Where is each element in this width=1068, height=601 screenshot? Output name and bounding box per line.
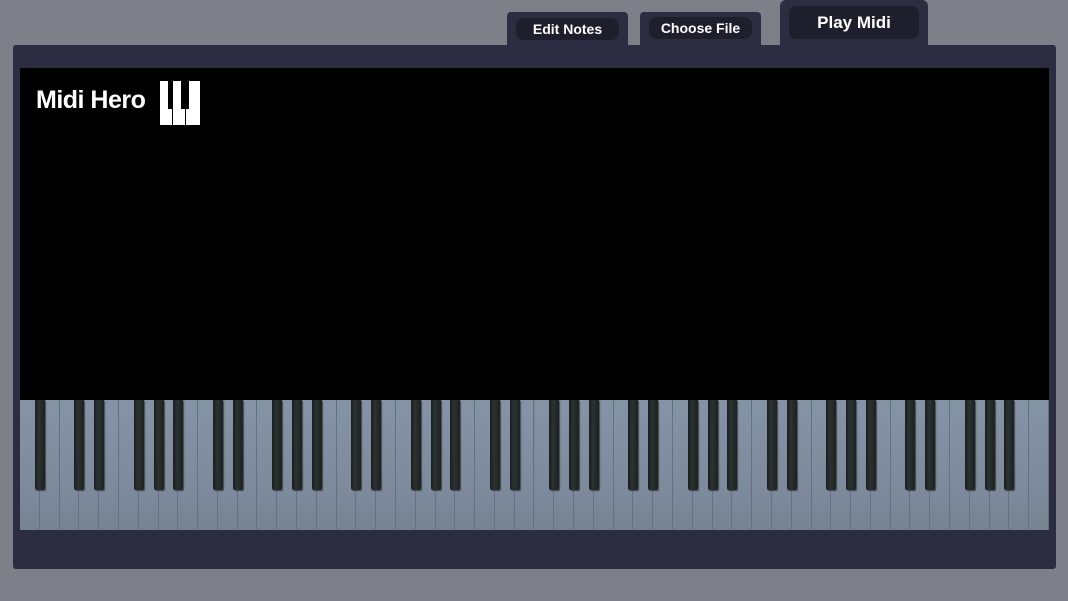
piano-black-key[interactable] [786, 400, 797, 490]
piano-black-key[interactable] [549, 400, 560, 490]
piano-black-key[interactable] [707, 400, 718, 490]
tab-choose-file[interactable]: Choose File [640, 12, 761, 47]
choose-file-button[interactable]: Choose File [649, 17, 752, 39]
piano-black-key[interactable] [94, 400, 105, 490]
piano-black-key[interactable] [509, 400, 520, 490]
piano-black-key[interactable] [687, 400, 698, 490]
piano-black-key[interactable] [766, 400, 777, 490]
piano-black-key[interactable] [450, 400, 461, 490]
piano-black-key[interactable] [311, 400, 322, 490]
main-panel: Midi Hero [13, 45, 1056, 569]
piano-black-key[interactable] [272, 400, 283, 490]
piano-black-key[interactable] [153, 400, 164, 490]
piano-black-key[interactable] [133, 400, 144, 490]
piano-black-key[interactable] [588, 400, 599, 490]
piano-black-key[interactable] [569, 400, 580, 490]
piano-black-key[interactable] [628, 400, 639, 490]
piano-black-key[interactable] [865, 400, 876, 490]
piano-black-key[interactable] [846, 400, 857, 490]
tab-play-midi[interactable]: Play Midi [780, 0, 928, 47]
piano-black-key[interactable] [489, 400, 500, 490]
edit-notes-button[interactable]: Edit Notes [516, 18, 619, 40]
piano-black-key[interactable] [74, 400, 85, 490]
app-title: Midi Hero [36, 86, 146, 114]
piano-black-key[interactable] [984, 400, 995, 490]
piano-black-key[interactable] [34, 400, 45, 490]
piano-black-key[interactable] [292, 400, 303, 490]
piano-black-key[interactable] [1004, 400, 1015, 490]
piano-black-key[interactable] [232, 400, 243, 490]
piano-black-key[interactable] [727, 400, 738, 490]
piano-black-key[interactable] [925, 400, 936, 490]
piano-black-key[interactable] [212, 400, 223, 490]
piano-black-key[interactable] [430, 400, 441, 490]
piano-black-key[interactable] [173, 400, 184, 490]
piano-black-key[interactable] [351, 400, 362, 490]
piano-black-key[interactable] [826, 400, 837, 490]
piano-white-key[interactable] [1029, 400, 1049, 530]
play-midi-button[interactable]: Play Midi [789, 6, 919, 39]
piano-black-key[interactable] [371, 400, 382, 490]
piano-keyboard[interactable] [20, 400, 1049, 530]
tab-edit-notes[interactable]: Edit Notes [507, 12, 628, 47]
piano-black-key[interactable] [905, 400, 916, 490]
app-window: Edit Notes Choose File Play Midi Midi He… [0, 0, 1068, 601]
piano-keys-icon [159, 81, 200, 125]
piano-black-key[interactable] [410, 400, 421, 490]
piano-black-key[interactable] [964, 400, 975, 490]
piano-black-key[interactable] [648, 400, 659, 490]
note-display-area: Midi Hero [20, 68, 1049, 530]
